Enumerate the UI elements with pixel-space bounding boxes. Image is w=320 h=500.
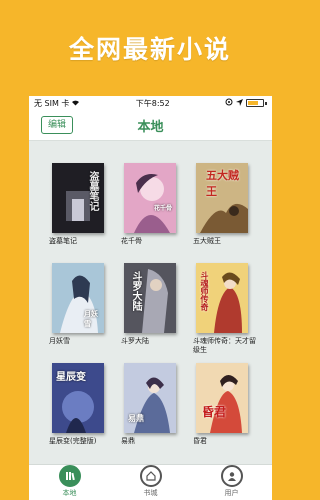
book-cover: 斗魂师传奇 (196, 263, 248, 333)
book-item[interactable]: 月妖雪 月妖雪 (49, 263, 121, 346)
book-cover: 花千骨 (124, 163, 176, 233)
page-title: 本地 (137, 120, 164, 135)
book-title: 斗魂师传奇：天才留级生 (193, 337, 256, 354)
tab-user[interactable]: 用户 (191, 465, 272, 500)
book-title: 易鼎 (121, 437, 135, 445)
nav-bar: 编辑 本地 (29, 110, 272, 141)
rotation-lock-icon (225, 98, 233, 108)
book-item[interactable]: 花千骨 花千骨 (121, 163, 193, 246)
book-item[interactable]: 昏君 昏君 (193, 363, 265, 446)
cover-title: 月妖雪 (84, 309, 98, 328)
clock-label: 下午8:52 (135, 98, 170, 108)
tab-label: 本地 (62, 489, 77, 497)
cover-title: 斗罗大陆 (130, 271, 141, 311)
book-cover: 星辰变 (52, 363, 104, 433)
user-icon (220, 465, 243, 487)
book-item[interactable]: 星辰变 星辰变(完整版) (49, 363, 121, 446)
cover-title: 星辰变 (56, 372, 86, 383)
promo-headline: 全网最新小说 (68, 35, 231, 64)
phone-screen: 无 SIM 卡 下午8:52 编辑 本地 盗墓笔记 盗墓笔记 花千骨 花千骨 五… (29, 96, 272, 500)
cover-title: 昏君 (202, 405, 227, 419)
cover-title: 斗魂师传奇 (200, 271, 210, 311)
book-item[interactable]: 斗罗大陆 斗罗大陆 (121, 263, 193, 346)
book-cover: 月妖雪 (52, 263, 104, 333)
status-bar: 无 SIM 卡 下午8:52 (29, 96, 272, 110)
book-title: 花千骨 (121, 237, 142, 245)
bookshelf-icon (58, 465, 81, 487)
tab-local[interactable]: 本地 (29, 465, 110, 500)
book-title: 盗墓笔记 (49, 237, 77, 245)
book-title: 昏君 (193, 437, 207, 445)
carrier-label: 无 SIM 卡 (34, 98, 70, 108)
cover-title: 花千骨 (154, 205, 173, 212)
book-title: 星辰变(完整版) (49, 437, 97, 445)
book-title: 斗罗大陆 (121, 337, 149, 345)
book-item[interactable]: 易鼎 易鼎 (121, 363, 193, 446)
cover-title: 五大贼王 (206, 169, 239, 198)
tab-bar: 本地 书城 用户 (29, 464, 272, 500)
cover-title: 盗墓笔记 (87, 171, 98, 211)
store-icon (139, 465, 162, 487)
tab-store[interactable]: 书城 (110, 465, 191, 500)
cover-title: 易鼎 (128, 413, 144, 423)
book-cover: 盗墓笔记 (52, 163, 104, 233)
book-title: 月妖雪 (49, 337, 70, 345)
battery-icon (246, 99, 264, 107)
wifi-icon (71, 99, 80, 108)
book-cover: 昏君 (196, 363, 248, 433)
book-item[interactable]: 盗墓笔记 盗墓笔记 (49, 163, 121, 246)
book-cover: 易鼎 (124, 363, 176, 433)
tab-label: 用户 (224, 489, 239, 497)
battery-tip (265, 101, 267, 105)
cover-art (196, 363, 248, 433)
book-cover: 五大贼王 (196, 163, 248, 233)
book-cover: 斗罗大陆 (124, 263, 176, 333)
bookshelf-grid: 盗墓笔记 盗墓笔记 花千骨 花千骨 五大贼王 五大贼王 月妖雪 月妖雪 斗罗大陆… (29, 141, 272, 459)
book-item[interactable]: 五大贼王 五大贼王 (193, 163, 265, 246)
cover-art (124, 163, 176, 233)
book-item[interactable]: 斗魂师传奇 斗魂师传奇：天才留级生 (193, 263, 265, 355)
tab-label: 书城 (143, 489, 158, 497)
location-icon (236, 98, 243, 108)
book-title: 五大贼王 (193, 237, 221, 245)
